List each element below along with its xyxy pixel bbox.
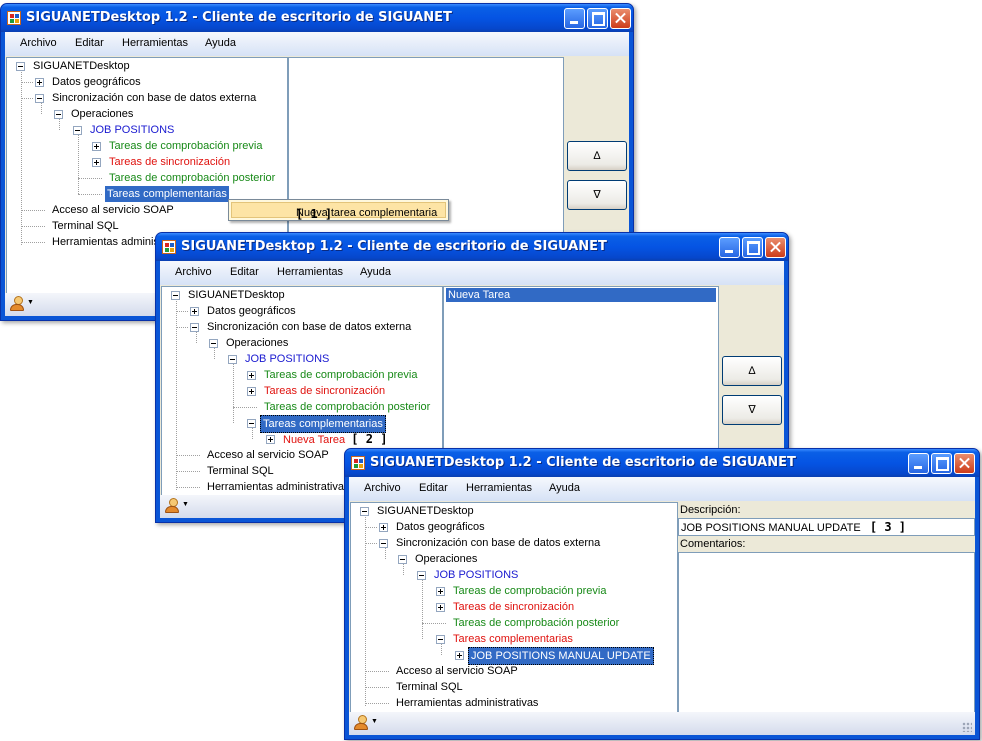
user-icon[interactable]	[165, 498, 179, 514]
menu-editar[interactable]: Editar	[419, 482, 448, 494]
menu-archivo[interactable]: Archivo	[20, 37, 57, 49]
window-3: SIGUANETDesktop 1.2 - Cliente de escrito…	[344, 448, 980, 740]
expand-icon[interactable]	[190, 307, 199, 316]
menubar: Archivo Editar Herramientas Ayuda	[160, 261, 784, 285]
collapse-icon[interactable]	[171, 291, 180, 300]
resize-grip-icon[interactable]	[962, 722, 972, 732]
window-3-title: SIGUANETDesktop 1.2 - Cliente de escrito…	[370, 455, 796, 470]
menu-archivo[interactable]: Archivo	[175, 266, 212, 278]
context-menu-item-nueva-tarea[interactable]: Nueva tarea complementaria [ 1 ]	[231, 202, 446, 221]
menu-herramientas[interactable]: Herramientas	[466, 482, 532, 494]
window-3-client: Archivo Editar Herramientas Ayuda SIGUAN…	[349, 477, 975, 735]
maximize-icon[interactable]	[587, 8, 608, 29]
user-icon[interactable]	[10, 296, 24, 312]
comentarios-field[interactable]	[678, 552, 975, 716]
collapse-icon[interactable]	[398, 555, 407, 564]
details-panel: Descripción: JOB POSITIONS MANUAL UPDATE…	[678, 502, 975, 716]
expand-icon[interactable]	[266, 435, 275, 444]
expand-icon[interactable]	[436, 587, 445, 596]
collapse-icon[interactable]	[73, 126, 82, 135]
collapse-icon[interactable]	[35, 94, 44, 103]
close-icon[interactable]	[610, 8, 631, 29]
window-1-title: SIGUANETDesktop 1.2 - Cliente de escrito…	[26, 10, 452, 25]
tree-view[interactable]: SIGUANETDesktop Datos geográficos Sincro…	[350, 502, 678, 716]
collapse-icon[interactable]	[379, 539, 388, 548]
context-menu: Nueva tarea complementaria [ 1 ]	[228, 199, 449, 221]
comentarios-label: Comentarios:	[680, 538, 746, 550]
menu-editar[interactable]: Editar	[230, 266, 259, 278]
expand-icon[interactable]	[436, 603, 445, 612]
dropdown-arrow-icon[interactable]: ▼	[371, 718, 378, 725]
menubar: Archivo Editar Herramientas Ayuda	[349, 477, 975, 501]
move-down-button[interactable]: ∇	[722, 395, 782, 425]
collapse-icon[interactable]	[247, 419, 256, 428]
maximize-icon[interactable]	[931, 453, 952, 474]
descripcion-label: Descripción:	[680, 504, 741, 516]
collapse-icon[interactable]	[209, 339, 218, 348]
menu-editar[interactable]: Editar	[75, 37, 104, 49]
window-2-title: SIGUANETDesktop 1.2 - Cliente de escrito…	[181, 239, 607, 254]
menu-archivo[interactable]: Archivo	[364, 482, 401, 494]
user-icon[interactable]	[354, 715, 368, 731]
minimize-icon[interactable]	[719, 237, 740, 258]
menu-herramientas[interactable]: Herramientas	[277, 266, 343, 278]
maximize-icon[interactable]	[742, 237, 763, 258]
menu-herramientas[interactable]: Herramientas	[122, 37, 188, 49]
collapse-icon[interactable]	[417, 571, 426, 580]
move-up-button[interactable]: ∆	[567, 141, 627, 171]
menubar: Archivo Editar Herramientas Ayuda	[5, 32, 629, 56]
list-item[interactable]: Nueva Tarea	[446, 288, 716, 302]
menu-ayuda[interactable]: Ayuda	[549, 482, 580, 494]
window-3-titlebar[interactable]: SIGUANETDesktop 1.2 - Cliente de escrito…	[345, 449, 979, 477]
window-2-titlebar[interactable]: SIGUANETDesktop 1.2 - Cliente de escrito…	[156, 233, 788, 261]
minimize-icon[interactable]	[564, 8, 585, 29]
collapse-icon[interactable]	[54, 110, 63, 119]
annotation-3: [ 3 ]	[869, 520, 906, 534]
collapse-icon[interactable]	[190, 323, 199, 332]
expand-icon[interactable]	[35, 78, 44, 87]
collapse-icon[interactable]	[16, 62, 25, 71]
collapse-icon[interactable]	[360, 507, 369, 516]
collapse-icon[interactable]	[228, 355, 237, 364]
dropdown-arrow-icon[interactable]: ▼	[182, 501, 189, 508]
app-icon[interactable]	[162, 240, 176, 254]
close-icon[interactable]	[765, 237, 786, 258]
app-icon[interactable]	[7, 11, 21, 25]
app-icon[interactable]	[351, 456, 365, 470]
descripcion-field[interactable]: JOB POSITIONS MANUAL UPDATE [ 3 ]	[678, 518, 975, 536]
move-down-button[interactable]: ∇	[567, 180, 627, 210]
menu-ayuda[interactable]: Ayuda	[360, 266, 391, 278]
dropdown-arrow-icon[interactable]: ▼	[27, 299, 34, 306]
expand-icon[interactable]	[247, 371, 256, 380]
expand-icon[interactable]	[455, 651, 464, 660]
move-up-button[interactable]: ∆	[722, 356, 782, 386]
minimize-icon[interactable]	[908, 453, 929, 474]
close-icon[interactable]	[954, 453, 975, 474]
expand-icon[interactable]	[379, 523, 388, 532]
annotation-1: [ 1 ]	[296, 207, 333, 221]
window-1-titlebar[interactable]: SIGUANETDesktop 1.2 - Cliente de escrito…	[1, 4, 633, 32]
menu-ayuda[interactable]: Ayuda	[205, 37, 236, 49]
expand-icon[interactable]	[92, 158, 101, 167]
annotation-2: [ 2 ]	[351, 432, 388, 446]
collapse-icon[interactable]	[436, 635, 445, 644]
expand-icon[interactable]	[247, 387, 256, 396]
statusbar: ▼	[349, 712, 975, 735]
expand-icon[interactable]	[92, 142, 101, 151]
